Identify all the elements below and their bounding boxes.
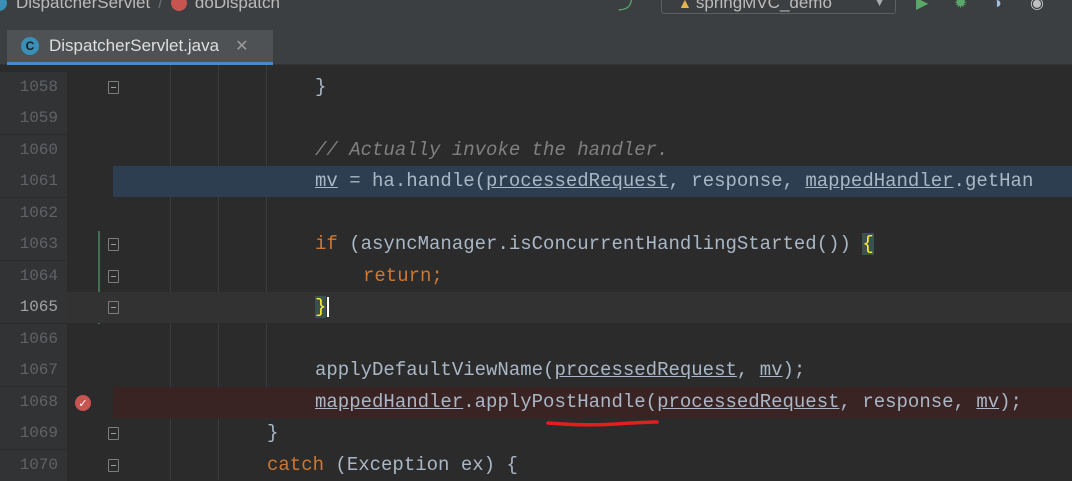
method-icon [170, 0, 187, 11]
fold-marker-icon[interactable] [108, 81, 119, 94]
debug-icon[interactable]: ✹ [954, 0, 967, 13]
fold-marker-icon[interactable] [108, 238, 119, 251]
breadcrumb-class[interactable]: DispatcherServlet [16, 0, 150, 13]
class-icon [0, 0, 7, 11]
code-line: 1070 catch (Exception ex) { [0, 450, 1072, 481]
java-class-icon: C [21, 37, 39, 55]
code-line: 1063 if (asyncManager.isConcurrentHandli… [0, 229, 1072, 260]
coverage-icon[interactable]: ◑ [992, 0, 1002, 13]
line-number: 1061 [0, 166, 67, 197]
line-number: 1062 [0, 198, 67, 229]
run-configuration-label: springMVC_demo [695, 0, 832, 12]
fold-marker-icon[interactable] [108, 459, 119, 472]
line-number: 1064 [0, 261, 67, 292]
code-text: mappedHandler.applyPostHandle(processedR… [315, 391, 1022, 413]
code-line: 1066 [0, 324, 1072, 355]
code-text: } [267, 422, 279, 444]
breadcrumb: DispatcherServlet / doDispatch [0, 0, 280, 13]
code-editor[interactable]: 1058 } 1059 1060 // Actually invoke the … [0, 65, 1072, 481]
breadcrumb-method[interactable]: doDispatch [195, 0, 280, 13]
code-line: 1064 return; [0, 261, 1072, 292]
run-config-icon: ▲ [678, 0, 692, 11]
editor-tab-bar: C DispatcherServlet.java ✕ [0, 14, 1072, 65]
fold-marker-icon[interactable] [108, 301, 119, 314]
line-number: 1058 [0, 72, 67, 103]
run-icon[interactable]: ▶ [916, 0, 928, 13]
profile-icon[interactable]: ◉ [1030, 0, 1044, 13]
code-line: 1062 [0, 198, 1072, 229]
navigation-bar: DispatcherServlet / doDispatch ⤴ ▲ sprin… [0, 0, 1072, 14]
code-line: 1067 applyDefaultViewName(processedReque… [0, 355, 1072, 386]
line-number: 1067 [0, 355, 67, 386]
breakpoint-icon[interactable]: ✓ [75, 395, 91, 411]
close-icon[interactable]: ✕ [235, 36, 248, 56]
line-number: 1063 [0, 229, 67, 260]
line-number: 1066 [0, 324, 67, 355]
breadcrumb-separator: / [158, 0, 163, 12]
code-line-execution-point: 1061 mv = ha.handle(processedRequest, re… [0, 166, 1072, 197]
code-text: } [315, 76, 327, 98]
line-number: 1068 [0, 387, 67, 418]
code-line: 1058 } [0, 72, 1072, 103]
code-line-caret: 1065 } [0, 292, 1072, 323]
tab-label: DispatcherServlet.java [49, 36, 220, 55]
line-number: 1065 [0, 292, 67, 323]
tab-dispatcherservlet[interactable]: C DispatcherServlet.java ✕ [7, 30, 273, 65]
fold-marker-icon[interactable] [108, 270, 119, 283]
code-line: 1069 } [0, 418, 1072, 449]
line-number: 1060 [0, 135, 67, 166]
text-caret [327, 296, 330, 317]
code-text: applyDefaultViewName(processedRequest, m… [315, 359, 806, 381]
code-text: } [315, 292, 330, 323]
code-line: 1060 // Actually invoke the handler. [0, 135, 1072, 166]
code-comment: // Actually invoke the handler. [315, 139, 669, 161]
code-line-breakpoint: 1068 ✓ mappedHandler.applyPostHandle(pro… [0, 387, 1072, 418]
chevron-down-icon: ▼ [874, 0, 885, 9]
code-text: return; [363, 265, 443, 287]
run-configuration-select[interactable]: ▲ springMVC_demo ▼ [661, 0, 896, 14]
build-hammer-icon[interactable]: ⤴ [618, 0, 642, 12]
annotation-underline [546, 420, 659, 427]
code-line: 1059 [0, 103, 1072, 134]
line-number: 1070 [0, 450, 67, 481]
code-text: if (asyncManager.isConcurrentHandlingSta… [315, 233, 874, 255]
code-text: mv = ha.handle(processedRequest, respons… [315, 170, 1034, 192]
line-number: 1069 [0, 418, 67, 449]
code-text: catch (Exception ex) { [267, 454, 518, 476]
line-number: 1059 [0, 103, 67, 134]
fold-marker-icon[interactable] [108, 427, 119, 440]
